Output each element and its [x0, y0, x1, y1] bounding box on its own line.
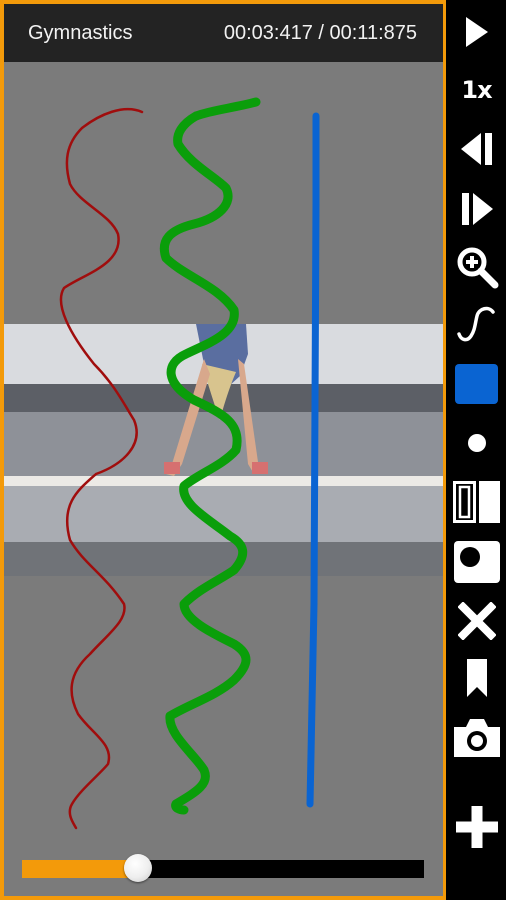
- stroke-size-button[interactable]: [447, 426, 506, 460]
- color-picker-button[interactable]: [447, 362, 506, 406]
- play-button[interactable]: [447, 10, 506, 54]
- step-back-icon: [460, 133, 492, 165]
- freehand-icon: [456, 306, 495, 342]
- total-time: 00:11:875: [329, 22, 418, 44]
- clear-button[interactable]: [447, 600, 506, 642]
- snapshot-button[interactable]: [447, 716, 506, 760]
- camera-icon: [453, 719, 500, 757]
- time-readout: 00:03:417 / 00:11:875: [224, 22, 417, 45]
- speed-label: 1x: [461, 76, 492, 104]
- step-forward-icon: [461, 193, 493, 225]
- red-wave-stroke[interactable]: [59, 107, 144, 830]
- right-toolbar: 1x: [447, 0, 506, 900]
- annotation-layer[interactable]: [4, 4, 443, 896]
- time-separator: /: [312, 22, 330, 44]
- zoom-in-icon: [457, 247, 498, 289]
- plus-icon: [455, 806, 498, 848]
- video-frame: Gymnastics 00:03:417 / 00:11:875: [0, 0, 446, 900]
- bookmark-button[interactable]: [447, 658, 506, 700]
- video-title: Gymnastics: [28, 22, 133, 44]
- step-back-button[interactable]: [447, 128, 506, 170]
- current-time: 00:03:417: [223, 22, 313, 44]
- blue-line-stroke[interactable]: [306, 112, 320, 808]
- seek-bar[interactable]: [22, 854, 424, 882]
- split-view-icon: [452, 481, 500, 523]
- split-view-button[interactable]: [447, 480, 506, 524]
- close-icon: [457, 602, 496, 640]
- bookmark-icon: [466, 659, 487, 697]
- zoom-button[interactable]: [447, 244, 506, 290]
- play-icon: [465, 17, 488, 47]
- speed-button[interactable]: 1x: [447, 70, 506, 110]
- dot-icon: [467, 434, 486, 452]
- step-forward-button[interactable]: [447, 188, 506, 230]
- add-button[interactable]: [447, 802, 506, 852]
- freehand-tool-button[interactable]: [447, 302, 506, 346]
- color-swatch: [455, 364, 498, 404]
- seek-thumb[interactable]: [123, 854, 152, 882]
- overlay-button[interactable]: [447, 540, 506, 584]
- overlay-icon: [453, 541, 500, 583]
- top-bar: Gymnastics 00:03:417 / 00:11:875: [4, 4, 443, 62]
- seek-progress: [22, 860, 138, 878]
- video-stage[interactable]: Gymnastics 00:03:417 / 00:11:875: [4, 4, 443, 896]
- green-wave-stroke[interactable]: [159, 97, 261, 815]
